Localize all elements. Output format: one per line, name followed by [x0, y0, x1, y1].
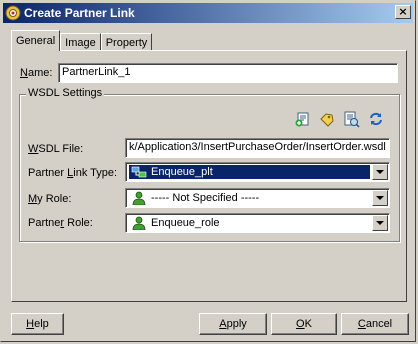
tab-image-label: Image [65, 36, 96, 49]
refresh-icon[interactable] [367, 110, 385, 128]
apply-button[interactable]: Apply [199, 313, 267, 335]
tab-general-label: General [16, 35, 56, 47]
name-label: Name: [20, 67, 53, 79]
ok-button-mnemonic: O [296, 318, 305, 330]
chevron-down-icon[interactable] [372, 190, 388, 206]
tab-strip: General Image Property [11, 29, 153, 51]
my-role-value-box: ----- Not Specified ----- [129, 191, 370, 205]
wsdl-file-label: WSDL File: [28, 143, 84, 155]
app-logo-icon [5, 5, 21, 21]
help-button[interactable]: Help [11, 313, 64, 335]
tab-general[interactable]: General [11, 30, 61, 51]
ok-button-label: K [304, 318, 312, 330]
name-field[interactable]: PartnerLink_1 [58, 63, 398, 83]
title-bar[interactable]: Create Partner Link × [3, 3, 413, 23]
tab-property-label: Property [105, 36, 148, 49]
partner-link-type-select[interactable]: Enqueue_plt [125, 162, 390, 182]
partner-role-label: Partner Role: [28, 217, 93, 229]
my-role-select[interactable]: ----- Not Specified ----- [125, 188, 390, 208]
service-explorer-icon[interactable] [342, 110, 360, 128]
chevron-down-icon[interactable] [372, 215, 388, 231]
cancel-button[interactable]: Cancel [341, 313, 409, 335]
partner-link-type-label: Partner Link Type: [28, 167, 118, 179]
my-role-value: ----- Not Specified ----- [151, 192, 260, 204]
role-person-icon [132, 216, 146, 230]
partner-link-type-value-box: Enqueue_plt [129, 165, 370, 179]
role-person-icon [132, 191, 146, 205]
close-icon: × [398, 5, 408, 18]
cancel-button-label: ancel [365, 318, 393, 330]
add-wsdl-icon[interactable] [294, 110, 312, 128]
name-field-value: PartnerLink_1 [62, 66, 131, 78]
apply-button-mnemonic: A [219, 318, 227, 330]
create-partner-link-dialog: Create Partner Link × General Image Prop… [0, 0, 416, 342]
partner-role-value-box: Enqueue_role [129, 216, 370, 230]
partner-role-value: Enqueue_role [151, 217, 220, 229]
browse-wsdl-icon[interactable] [318, 110, 336, 128]
wsdl-file-value: k/Application3/InsertPurchaseOrder/Inser… [129, 141, 386, 153]
partner-link-type-value: Enqueue_plt [151, 166, 213, 178]
window-title: Create Partner Link [24, 6, 135, 20]
partner-role-select[interactable]: Enqueue_role [125, 213, 390, 233]
tab-image[interactable]: Image [60, 33, 101, 51]
tab-property[interactable]: Property [100, 33, 153, 51]
partner-link-type-icon [131, 166, 147, 178]
wsdl-file-field[interactable]: k/Application3/InsertPurchaseOrder/Inser… [125, 138, 390, 158]
ok-button[interactable]: OK [271, 313, 337, 335]
help-button-mnemonic: H [26, 318, 35, 330]
close-button[interactable]: × [395, 5, 411, 19]
chevron-down-icon[interactable] [372, 164, 388, 180]
apply-button-label: pply [226, 318, 247, 330]
my-role-label: My Role: [28, 193, 72, 205]
wsdl-settings-title: WSDL Settings [26, 87, 105, 99]
help-button-label: elp [34, 318, 49, 330]
cancel-button-mnemonic: C [357, 318, 366, 330]
